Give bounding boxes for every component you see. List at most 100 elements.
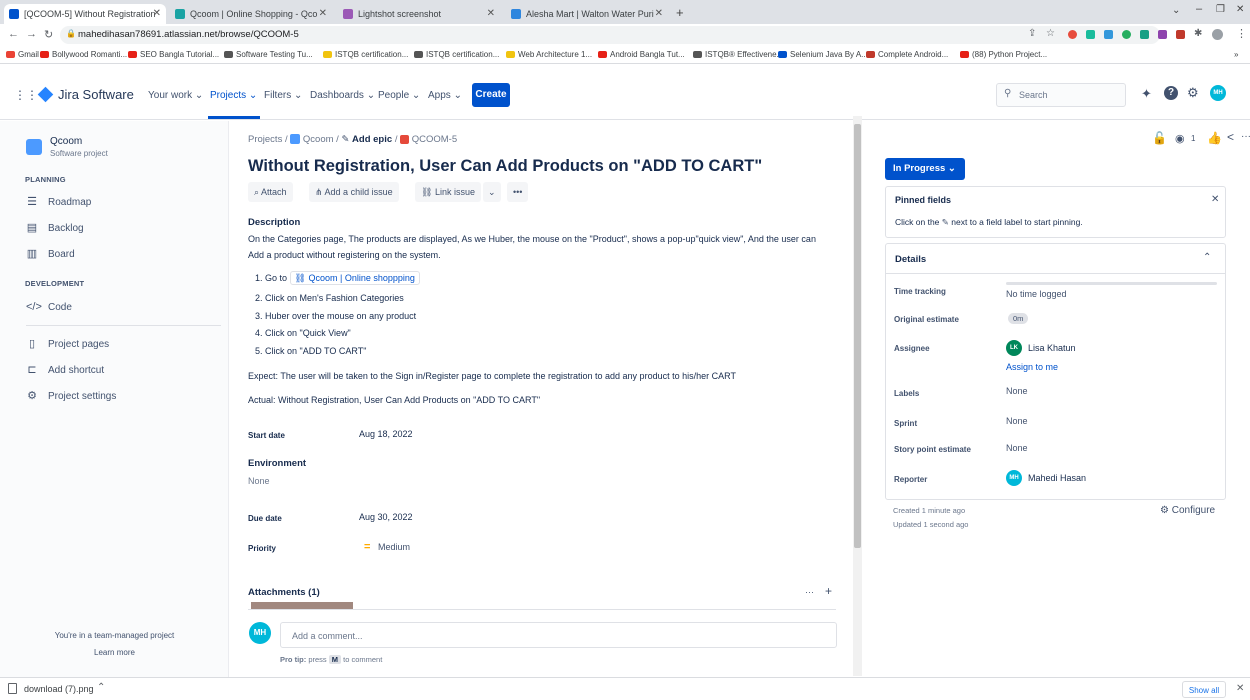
main-scrollbar[interactable] bbox=[853, 116, 862, 676]
search-input[interactable]: ⚲ Search bbox=[996, 83, 1126, 107]
issue-title[interactable]: Without Registration, User Can Add Produ… bbox=[248, 157, 762, 176]
bookmark-item[interactable]: (88) Python Project... bbox=[960, 49, 1047, 61]
scrollbar-thumb[interactable] bbox=[854, 124, 861, 548]
due-date-value[interactable]: Aug 30, 2022 bbox=[359, 512, 413, 522]
reload-icon[interactable]: ↻ bbox=[44, 28, 53, 41]
new-tab-icon[interactable]: + bbox=[676, 5, 684, 20]
tab-qcoom-shop[interactable]: Qcoom | Online Shopping - Qco ✕ bbox=[170, 4, 332, 24]
bookmark-item[interactable]: ISTQB certification... bbox=[414, 49, 499, 61]
create-button[interactable]: Create bbox=[472, 83, 510, 107]
close-tab-icon[interactable]: ✕ bbox=[487, 4, 495, 24]
tab-lightshot[interactable]: Lightshot screenshot ✕ bbox=[338, 4, 500, 24]
add-attachment-icon[interactable]: + bbox=[825, 584, 832, 598]
sprint-value[interactable]: None bbox=[1006, 416, 1028, 426]
sidebar-item-roadmap[interactable]: ☰ Roadmap bbox=[26, 195, 91, 208]
comment-input[interactable]: Add a comment... bbox=[280, 622, 837, 648]
extension-icon[interactable] bbox=[1122, 30, 1131, 39]
tab-search-icon[interactable]: ⌄ bbox=[1172, 5, 1180, 16]
chevron-up-icon[interactable]: ⌃ bbox=[97, 682, 105, 693]
learn-more-link[interactable]: Learn more bbox=[0, 648, 229, 657]
settings-gear-icon[interactable]: ⚙ bbox=[1187, 85, 1199, 101]
nav-your-work[interactable]: Your work ⌄ bbox=[148, 90, 203, 101]
user-avatar[interactable]: MH bbox=[1210, 85, 1226, 101]
status-button[interactable]: In Progress ⌄ bbox=[885, 158, 965, 180]
lock-icon[interactable]: 🔓 bbox=[1152, 131, 1167, 145]
bookmark-item[interactable]: Bollywood Romanti... bbox=[40, 49, 127, 61]
bookmark-item[interactable]: Web Architecture 1... bbox=[506, 49, 592, 61]
assign-to-me-link[interactable]: Assign to me bbox=[1006, 362, 1058, 372]
configure-button[interactable]: ⚙ Configure bbox=[1160, 505, 1215, 516]
watch-eye-icon[interactable]: ◉ bbox=[1175, 132, 1185, 145]
start-date-value[interactable]: Aug 18, 2022 bbox=[359, 429, 413, 439]
show-all-button[interactable]: Show all bbox=[1182, 681, 1226, 698]
project-name[interactable]: Qcoom bbox=[50, 136, 82, 147]
tab-alesha-mart[interactable]: Alesha Mart | Walton Water Puri ✕ bbox=[506, 4, 668, 24]
breadcrumb-add-epic[interactable]: Add epic bbox=[352, 134, 392, 145]
url-field[interactable]: 🔒 mahedihasan78691.atlassian.net/browse/… bbox=[60, 26, 1160, 44]
more-actions-button[interactable]: ••• bbox=[507, 182, 529, 202]
extension-icon[interactable] bbox=[1068, 30, 1077, 39]
reporter-name[interactable]: Mahedi Hasan bbox=[1028, 473, 1086, 483]
sidebar-item-backlog[interactable]: ▤ Backlog bbox=[26, 221, 84, 234]
restore-icon[interactable]: ❐ bbox=[1216, 4, 1225, 15]
breadcrumb-project[interactable]: Qcoom bbox=[303, 134, 334, 145]
sidebar-item-project-pages[interactable]: ▯ Project pages bbox=[26, 337, 109, 350]
labels-value[interactable]: None bbox=[1006, 386, 1028, 396]
attach-button[interactable]: ⌕ Attach bbox=[248, 182, 293, 202]
add-child-issue-button[interactable]: ⋔ Add a child issue bbox=[309, 182, 399, 202]
bookmarks-overflow-icon[interactable]: » bbox=[1234, 49, 1238, 61]
attachments-more-icon[interactable]: ··· bbox=[805, 587, 814, 597]
help-icon[interactable]: ? bbox=[1164, 86, 1178, 100]
bookmark-item[interactable]: Android Bangla Tut... bbox=[598, 49, 685, 61]
details-header[interactable]: Details ⌃ bbox=[886, 244, 1225, 274]
sidebar-item-board[interactable]: ▥ Board bbox=[26, 247, 75, 260]
like-icon[interactable]: 👍 bbox=[1207, 131, 1222, 145]
extension-icon[interactable] bbox=[1158, 30, 1167, 39]
extensions-puzzle-icon[interactable]: ✱ bbox=[1194, 28, 1202, 39]
forward-icon[interactable]: → bbox=[26, 28, 37, 40]
close-tab-icon[interactable]: ✕ bbox=[319, 4, 327, 24]
bookmark-item[interactable]: SEO Bangla Tutorial... bbox=[128, 49, 219, 61]
attachment-thumbnail[interactable] bbox=[251, 602, 353, 609]
share-icon[interactable]: < bbox=[1227, 130, 1234, 144]
assignee-name[interactable]: Lisa Khatun bbox=[1028, 343, 1076, 353]
sidebar-item-project-settings[interactable]: ⚙ Project settings bbox=[26, 389, 116, 402]
nav-projects[interactable]: Projects ⌄ bbox=[210, 90, 257, 101]
app-name[interactable]: Jira Software bbox=[58, 87, 134, 102]
share-icon[interactable]: ⇪ bbox=[1028, 28, 1036, 39]
extension-icon[interactable] bbox=[1176, 30, 1185, 39]
more-icon[interactable]: ··· bbox=[1241, 131, 1250, 142]
original-estimate-value[interactable]: 0m bbox=[1008, 313, 1029, 324]
tab-qcoom-5[interactable]: [QCOOM-5] Without Registration ✕ bbox=[4, 4, 166, 24]
profile-icon[interactable] bbox=[1212, 29, 1223, 40]
back-icon[interactable]: ← bbox=[8, 28, 19, 40]
sidebar-item-add-shortcut[interactable]: ⊏ Add shortcut bbox=[26, 363, 104, 376]
extension-icon[interactable] bbox=[1140, 30, 1149, 39]
bookmark-item[interactable]: ISTQB® Effectivene... bbox=[693, 49, 783, 61]
breadcrumb-issue-key[interactable]: QCOOM-5 bbox=[412, 134, 457, 145]
nav-people[interactable]: People ⌄ bbox=[378, 90, 420, 101]
link-issue-button[interactable]: ⛓ Link issue bbox=[415, 182, 481, 202]
close-window-icon[interactable]: ✕ bbox=[1236, 4, 1244, 15]
bookmark-item[interactable]: Gmail bbox=[6, 49, 39, 61]
breadcrumb-projects[interactable]: Projects bbox=[248, 134, 282, 145]
environment-value[interactable]: None bbox=[248, 476, 270, 486]
link-issue-dropdown[interactable]: ⌄ bbox=[483, 182, 501, 202]
bookmark-item[interactable]: ISTQB certification... bbox=[323, 49, 408, 61]
close-tab-icon[interactable]: ✕ bbox=[655, 4, 663, 24]
nav-dashboards[interactable]: Dashboards ⌄ bbox=[310, 90, 375, 101]
bookmark-item[interactable]: Software Testing Tu... bbox=[224, 49, 313, 61]
extension-icon[interactable] bbox=[1104, 30, 1113, 39]
minimize-icon[interactable]: – bbox=[1196, 3, 1202, 15]
bookmark-star-icon[interactable]: ☆ bbox=[1046, 28, 1055, 39]
priority-value[interactable]: = Medium bbox=[364, 541, 410, 553]
qcoom-link[interactable]: ⛓ Qcoom | Online shoppping bbox=[289, 271, 420, 285]
time-tracking-value[interactable]: No time logged bbox=[1006, 289, 1067, 299]
close-icon[interactable]: ✕ bbox=[1211, 194, 1219, 205]
bookmark-item[interactable]: Complete Android... bbox=[866, 49, 948, 61]
close-icon[interactable]: ✕ bbox=[1236, 683, 1244, 694]
notifications-icon[interactable]: ✦ bbox=[1141, 86, 1152, 102]
browser-menu-icon[interactable]: ⋮ bbox=[1236, 27, 1247, 40]
nav-filters[interactable]: Filters ⌄ bbox=[264, 90, 302, 101]
close-tab-icon[interactable]: ✕ bbox=[153, 4, 161, 24]
